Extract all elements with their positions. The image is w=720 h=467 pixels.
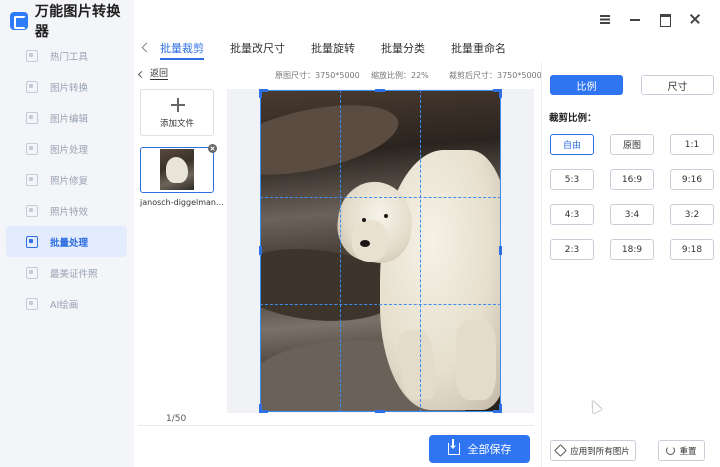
mode-size-button[interactable]: 尺寸 [641, 75, 714, 95]
id-photo-icon [26, 266, 38, 279]
image-edit-icon [26, 111, 38, 124]
sidebar-item-label: 最美证件照 [50, 268, 98, 280]
tab-batch-resize[interactable]: 批量改尺寸 [230, 40, 285, 60]
zoom-level: 缩放比例：22% [371, 71, 429, 80]
reset-button[interactable]: 重置 [658, 440, 705, 461]
crop-handle-bottom-left[interactable] [259, 404, 268, 413]
ratio-4-3-button[interactable]: 4:3 [550, 204, 594, 225]
ai-painting-icon [26, 297, 38, 310]
download-icon [447, 439, 460, 455]
sidebar-item-ai-painting[interactable]: AI绘画 [6, 288, 127, 319]
save-all-button[interactable]: 全部保存 [429, 435, 530, 463]
file-name: janosch-diggelman... [140, 198, 224, 207]
ratio-3-4-button[interactable]: 3:4 [610, 204, 654, 225]
add-file-label: 添加文件 [159, 119, 194, 129]
refresh-icon [666, 446, 676, 455]
chevron-left-icon[interactable] [140, 41, 150, 55]
maximize-icon[interactable] [658, 12, 672, 27]
sidebar-item-image-convert[interactable]: 图片转换 [6, 71, 127, 102]
tab-batch-rename[interactable]: 批量重命名 [451, 40, 506, 60]
ratio-9-16-button[interactable]: 9:16 [670, 169, 714, 190]
close-icon[interactable] [688, 12, 702, 26]
sidebar-item-photo-repair[interactable]: 照片修复 [6, 164, 127, 195]
image-convert-icon [26, 80, 38, 93]
file-thumbnail[interactable] [140, 144, 217, 193]
mode-ratio-button[interactable]: 比例 [550, 75, 623, 95]
sidebar: 万能图片转换器 热门工具 图片转换 图片编辑 图片处理 照片修复 照片特效 批量… [0, 0, 134, 467]
back-link[interactable]: 返回 [137, 69, 169, 80]
apply-all-button[interactable]: 应用到所有图片 [550, 440, 636, 461]
image-process-icon [26, 142, 38, 155]
apply-all-label: 应用到所有图片 [570, 446, 630, 457]
chevron-left-icon [137, 70, 146, 79]
ratio-2-3-button[interactable]: 2:3 [550, 239, 594, 260]
menu-icon[interactable] [598, 12, 612, 26]
ratio-original-button[interactable]: 原图 [610, 134, 654, 155]
tab-batch-classify[interactable]: 批量分类 [381, 40, 425, 60]
sidebar-item-label: 照片修复 [50, 175, 89, 187]
sidebar-item-photo-effects[interactable]: 照片特效 [6, 195, 127, 226]
sidebar-item-label: 热门工具 [50, 51, 89, 63]
photo-effects-icon [26, 204, 38, 217]
sidebar-item-label: 照片特效 [50, 206, 89, 218]
crop-handle-bottom-right[interactable] [493, 404, 502, 413]
ratio-5-3-button[interactable]: 5:3 [550, 169, 594, 190]
app-title: 万能图片转换器 [34, 4, 121, 40]
sidebar-item-label: AI绘画 [50, 299, 79, 311]
sidebar-item-id-photo[interactable]: 最美证件照 [6, 257, 127, 288]
sidebar-item-image-process[interactable]: 图片处理 [6, 133, 127, 164]
photo-repair-icon [26, 173, 38, 186]
ratio-3-2-button[interactable]: 3:2 [670, 204, 714, 225]
ratio-free-button[interactable]: 自由 [550, 134, 594, 155]
thumbnail-image [160, 149, 194, 190]
minimize-icon[interactable] [628, 12, 642, 26]
cropped-size: 裁剪后尺寸：3750*5000 [449, 71, 542, 80]
ratio-9-18-button[interactable]: 9:18 [670, 239, 714, 260]
divider [138, 425, 534, 426]
window-controls [598, 12, 702, 27]
crop-handle-left[interactable] [259, 246, 262, 255]
tab-batch-crop[interactable]: 批量裁剪 [160, 40, 204, 60]
app-logo-icon [10, 12, 28, 30]
plus-icon [171, 98, 185, 112]
ratio-title: 裁剪比例： [549, 113, 597, 124]
sidebar-item-label: 批量处理 [50, 237, 89, 249]
ratio-16-9-button[interactable]: 16:9 [610, 169, 654, 190]
sidebar-item-batch-process[interactable]: 批量处理 [6, 226, 127, 257]
tab-batch-rotate[interactable]: 批量旋转 [311, 40, 355, 60]
hot-tools-icon [26, 49, 38, 62]
crop-handle-top-left[interactable] [259, 89, 268, 98]
ratio-18-9-button[interactable]: 18:9 [610, 239, 654, 260]
sidebar-item-hot-tools[interactable]: 热门工具 [6, 40, 127, 71]
sidebar-item-label: 图片编辑 [50, 113, 89, 125]
crop-handle-bottom[interactable] [375, 410, 385, 413]
back-label: 返回 [150, 69, 169, 80]
original-size: 原图尺寸：3750*5000 [275, 71, 360, 80]
sidebar-item-label: 图片转换 [50, 82, 89, 94]
crop-settings-panel: 比例 尺寸 裁剪比例： 自由 原图 1:1 5:3 16:9 9:16 4:3 … [541, 62, 720, 467]
reset-label: 重置 [679, 446, 697, 457]
brand: 万能图片转换器 [10, 4, 134, 40]
batch-process-icon [26, 235, 38, 248]
crop-handle-top[interactable] [375, 89, 385, 92]
crop-frame[interactable] [260, 90, 501, 412]
page-indicator: 1/50 [166, 414, 187, 424]
save-all-label: 全部保存 [467, 443, 512, 456]
remove-file-icon[interactable] [208, 144, 217, 153]
tab-bar: 批量裁剪 批量改尺寸 批量旋转 批量分类 批量重命名 [160, 40, 532, 60]
crop-handle-top-right[interactable] [493, 89, 502, 98]
crop-handle-right[interactable] [499, 246, 502, 255]
sidebar-nav: 热门工具 图片转换 图片编辑 图片处理 照片修复 照片特效 批量处理 最美证件照… [6, 40, 127, 319]
sidebar-item-image-edit[interactable]: 图片编辑 [6, 102, 127, 133]
cube-icon [554, 444, 568, 457]
sidebar-item-label: 图片处理 [50, 144, 89, 156]
add-file-button[interactable]: 添加文件 [140, 89, 214, 136]
ratio-1-1-button[interactable]: 1:1 [670, 134, 714, 155]
